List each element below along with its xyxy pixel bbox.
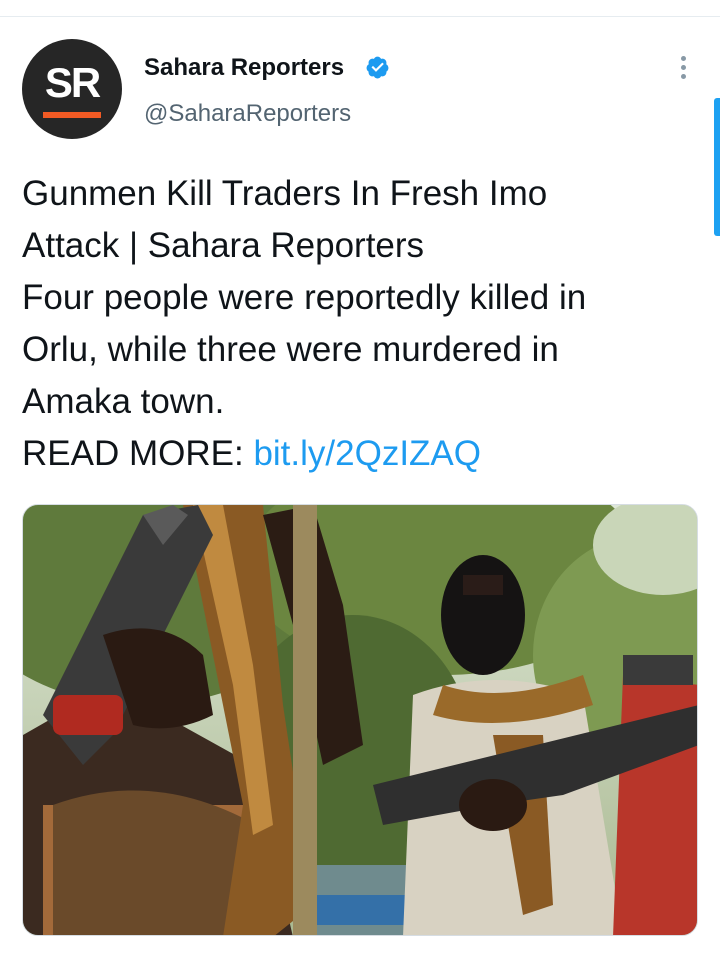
verified-badge-icon <box>366 56 389 79</box>
avatar-logo-text: SR <box>44 59 101 106</box>
tweet-line: Amaka town. <box>22 382 225 421</box>
scrollbar[interactable] <box>714 98 720 236</box>
more-options-icon[interactable] <box>678 56 688 82</box>
tweet-text: Gunmen Kill Traders In Fresh Imo Attack … <box>22 168 692 480</box>
tweet-link[interactable]: bit.ly/2QzIZAQ <box>253 434 481 473</box>
read-more-label: READ MORE: <box>22 434 244 473</box>
avatar-logo-underline <box>43 112 101 118</box>
tweet-line: Attack | Sahara Reporters <box>22 226 425 265</box>
avatar[interactable]: SR <box>22 39 122 139</box>
account-handle[interactable]: @SaharaReporters <box>144 100 351 128</box>
read-more-line: READ MORE: bit.ly/2QzIZAQ <box>22 428 692 480</box>
tweet-media-image[interactable] <box>22 504 698 936</box>
photo-scene <box>23 505 697 935</box>
tweet-line: Four people were reportedly killed in <box>22 278 587 317</box>
top-divider <box>0 16 720 17</box>
tweet-line: Orlu, while three were murdered in <box>22 330 559 369</box>
display-name[interactable]: Sahara Reporters <box>144 54 344 82</box>
tweet-line: Gunmen Kill Traders In Fresh Imo <box>22 174 548 213</box>
